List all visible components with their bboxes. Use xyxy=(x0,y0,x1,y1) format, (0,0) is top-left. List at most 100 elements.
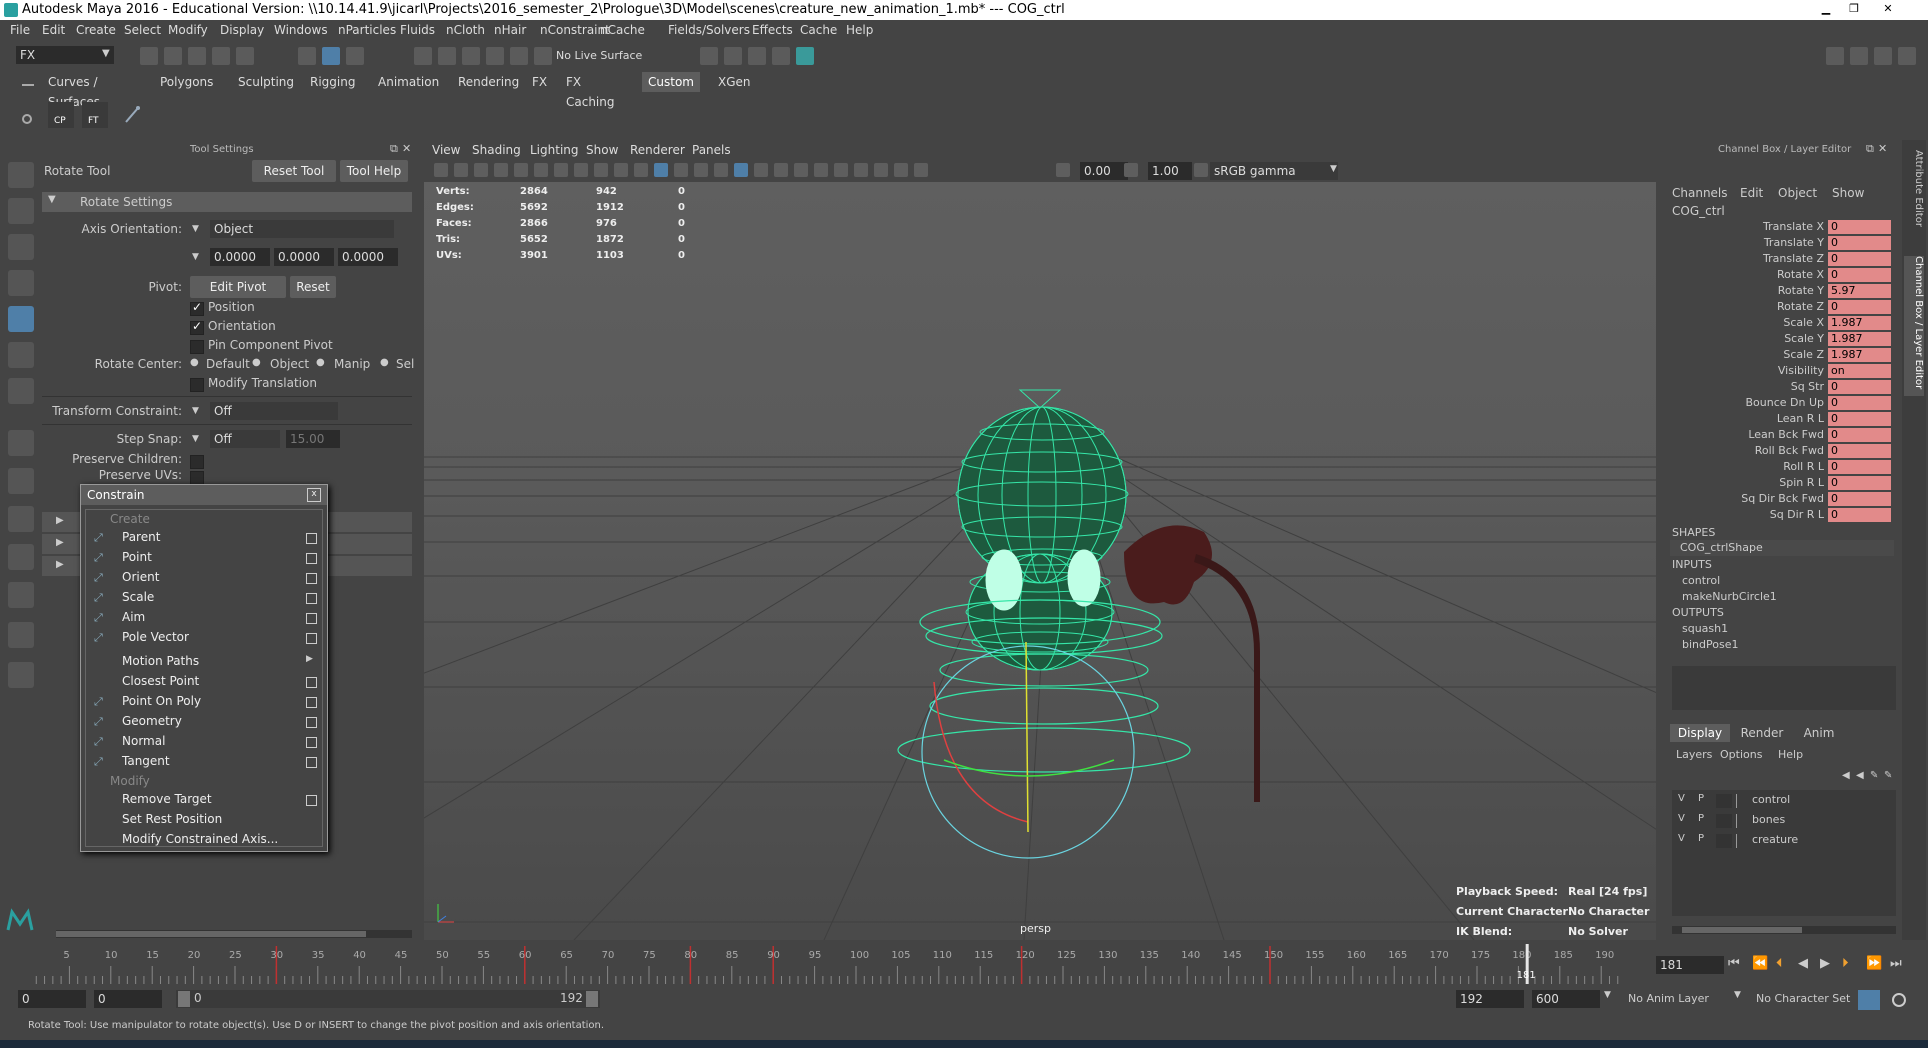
new-scene-icon[interactable] xyxy=(140,47,158,65)
timeline-layout-icon[interactable] xyxy=(8,622,34,648)
layer-name[interactable]: bones xyxy=(1752,813,1785,826)
attr-name[interactable]: Translate Y xyxy=(1664,236,1824,249)
menu-file[interactable]: File xyxy=(10,23,30,37)
menu-edit[interactable]: Edit xyxy=(42,23,65,37)
ft-shelf-button[interactable]: FT xyxy=(82,102,108,128)
attr-name[interactable]: Scale X xyxy=(1664,316,1824,329)
attr-value-field[interactable]: 1.987 xyxy=(1828,348,1891,362)
constrain-point-on-poly-item[interactable]: Point On Poly xyxy=(122,694,201,708)
play-backward-icon[interactable]: ◀ xyxy=(1798,956,1808,971)
viewport-menu-renderer[interactable]: Renderer xyxy=(630,143,685,157)
workspace-icon[interactable] xyxy=(1826,47,1844,65)
character-set-dropdown[interactable]: No Character Set xyxy=(1756,992,1850,1005)
layer-color-swatch[interactable] xyxy=(1736,834,1749,848)
layer-color-swatch[interactable] xyxy=(1736,794,1749,808)
layer-visibility-toggle[interactable]: V xyxy=(1678,833,1685,844)
layer-row[interactable]: V Pcreature xyxy=(1672,832,1896,850)
axis-z-field[interactable]: 0.0000 xyxy=(338,248,398,266)
axis-orientation-dropdown[interactable]: Object xyxy=(210,220,394,238)
pin-component-pivot-checkbox[interactable] xyxy=(190,340,204,354)
attr-name[interactable]: Rotate Y xyxy=(1664,284,1824,297)
lasso-tool-icon[interactable] xyxy=(8,198,34,224)
playback-start-field[interactable]: 0 xyxy=(94,990,162,1008)
constrain-closest-point-item[interactable]: Closest Point xyxy=(122,674,199,688)
shelf-tab-sculpting[interactable]: Sculpting xyxy=(232,72,300,92)
four-view-icon[interactable] xyxy=(8,468,34,494)
play-forward-icon[interactable]: ▶ xyxy=(1820,956,1830,971)
open-scene-icon[interactable] xyxy=(164,47,182,65)
step-back-frame-icon[interactable]: ⏴ xyxy=(1776,956,1783,971)
render-view-icon[interactable] xyxy=(724,47,742,65)
range-bar[interactable]: 0 192 xyxy=(176,990,600,1008)
constrain-set-rest-positionitem[interactable]: Set Rest Position xyxy=(122,812,222,826)
dof-icon[interactable] xyxy=(874,163,888,177)
menu-nhair[interactable]: nHair xyxy=(494,23,526,37)
attr-name[interactable]: Roll Bck Fwd xyxy=(1664,444,1824,457)
attr-name[interactable]: Scale Z xyxy=(1664,348,1824,361)
attribute-editor-tab[interactable]: Attribute Editor xyxy=(1904,150,1924,250)
motion-blur-icon[interactable] xyxy=(834,163,848,177)
float-panel-icon[interactable]: ⧉ xyxy=(390,142,398,156)
snap-surface-icon[interactable] xyxy=(510,47,528,65)
option-box-icon[interactable] xyxy=(306,573,317,584)
channel-menu-object[interactable]: Object xyxy=(1778,186,1817,200)
attr-value-field[interactable]: 0 xyxy=(1828,396,1891,410)
close-panel-icon[interactable]: ✕ xyxy=(402,142,411,155)
menu-display[interactable]: Display xyxy=(220,23,264,37)
scale-tool-icon[interactable] xyxy=(8,342,34,368)
viewport-menu-shading[interactable]: Shading xyxy=(472,143,521,157)
ambient-occlusion-icon[interactable] xyxy=(814,163,828,177)
attr-name[interactable]: Roll R L xyxy=(1664,460,1824,473)
move-layer-up-icon[interactable]: ◀ xyxy=(1842,770,1850,781)
transform-constraint-dropdown[interactable]: Off xyxy=(210,402,338,420)
minimize-button[interactable]: ▁ xyxy=(1814,2,1838,16)
camera-select-icon[interactable] xyxy=(434,163,448,177)
render-settings-icon[interactable] xyxy=(772,47,790,65)
menu-help[interactable]: Help xyxy=(846,23,873,37)
attr-name[interactable]: Bounce Dn Up xyxy=(1664,396,1824,409)
cp-shelf-button[interactable]: CP xyxy=(48,102,74,128)
snap-grid-icon[interactable] xyxy=(414,47,432,65)
move-layer-down-icon[interactable]: ◀ xyxy=(1856,770,1864,781)
option-box-icon[interactable] xyxy=(306,593,317,604)
viewport-menu-panels[interactable]: Panels xyxy=(692,143,731,157)
constrain-geometry-item[interactable]: Geometry xyxy=(122,714,182,728)
redo-icon[interactable] xyxy=(236,47,254,65)
scene-start-field[interactable]: 0 xyxy=(18,990,86,1008)
scrollbar-thumb[interactable] xyxy=(1682,927,1802,933)
menu-nparticles[interactable]: nParticles xyxy=(338,23,396,37)
grid-icon[interactable] xyxy=(534,163,548,177)
shelf-menu[interactable] xyxy=(18,74,38,134)
step-back-key-icon[interactable]: ⏪ xyxy=(1752,956,1768,971)
step-forward-key-icon[interactable]: ⏩ xyxy=(1866,956,1882,971)
custom-layout-icon[interactable] xyxy=(8,662,34,688)
option-box-icon[interactable] xyxy=(306,757,317,768)
layout-three-icon[interactable] xyxy=(1898,47,1916,65)
attr-value-field[interactable]: 0 xyxy=(1828,428,1891,442)
layer-menu-help[interactable]: Help xyxy=(1778,748,1803,761)
constrain-remove-targetitem[interactable]: Remove Target xyxy=(122,792,212,806)
option-box-icon[interactable] xyxy=(306,717,317,728)
layer-row[interactable]: V Pcontrol xyxy=(1672,792,1896,810)
constrain-pole-vector-item[interactable]: Pole Vector xyxy=(122,630,189,644)
input-item[interactable]: control xyxy=(1682,574,1720,587)
menu-windows[interactable]: Windows xyxy=(274,23,328,37)
current-frame-field[interactable]: 181 xyxy=(1656,956,1724,974)
xray-active-icon[interactable] xyxy=(914,163,928,177)
channel-menu-channels[interactable]: Channels xyxy=(1672,186,1728,200)
orientation-checkbox[interactable] xyxy=(190,319,204,335)
constrain-parent-item[interactable]: Parent xyxy=(122,530,160,544)
playback-end-field[interactable]: 192 xyxy=(1456,990,1524,1008)
attr-value-field[interactable]: 0 xyxy=(1828,252,1891,266)
attr-name[interactable]: Scale Y xyxy=(1664,332,1824,345)
scrollbar-thumb[interactable] xyxy=(56,931,366,937)
attr-name[interactable]: Sq Str xyxy=(1664,380,1824,393)
channel-icon[interactable] xyxy=(1842,162,1852,172)
shelf-tab-fxcaching[interactable]: FX Caching xyxy=(560,72,621,109)
shelf-tab-custom[interactable]: Custom xyxy=(642,72,700,92)
attr-value-field[interactable]: 1.987 xyxy=(1828,332,1891,346)
undo-icon[interactable] xyxy=(212,47,230,65)
output-item[interactable]: squash1 xyxy=(1682,622,1728,635)
hypershade-icon[interactable] xyxy=(796,47,814,65)
shelf-tab-rendering[interactable]: Rendering xyxy=(452,72,525,92)
